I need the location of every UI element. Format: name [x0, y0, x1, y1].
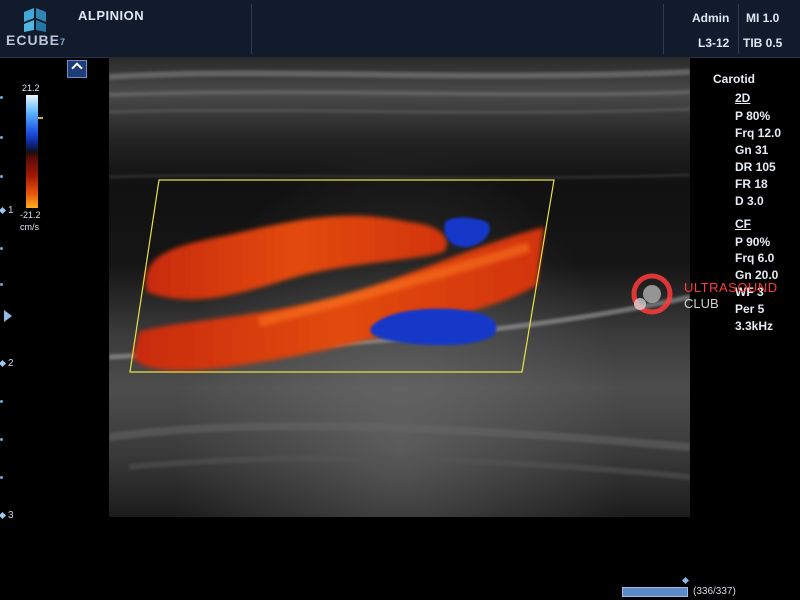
ecube-logo: ECUBE7	[0, 0, 72, 57]
param-2d-depth: D 3.0	[735, 194, 764, 208]
depth-tick	[0, 400, 3, 403]
depth-mark-3: 3	[0, 510, 14, 521]
param-2d-frequency: Frq 12.0	[735, 126, 782, 140]
mechanical-index: MI 1.0	[746, 11, 780, 25]
depth-tick	[0, 476, 3, 479]
ultrasound-club-logo-icon	[631, 273, 673, 315]
param-2d-dynamic-range: DR 105	[735, 160, 776, 174]
logo-mark-icon	[24, 8, 46, 32]
watermark-line1: ULTRASOUND	[684, 280, 778, 295]
pointer-tool-icon[interactable]	[67, 60, 87, 78]
depth-tick	[0, 438, 3, 441]
brand-name: ALPINION	[78, 8, 145, 23]
header-divider	[738, 4, 739, 54]
header-divider	[251, 4, 252, 54]
param-2d-gain: Gn 31	[735, 143, 769, 157]
cine-frame-counter: (336/337)	[693, 586, 736, 597]
preset-name: Carotid	[713, 72, 755, 86]
focus-marker-icon[interactable]	[4, 310, 12, 322]
baseline-marker	[38, 117, 43, 119]
depth-mark-2: 2	[0, 358, 14, 369]
top-bar: ECUBE7 ALPINION Admin L3-12 MI 1.0 TIB 0…	[0, 0, 800, 58]
depth-tick	[0, 247, 3, 250]
ultrasound-image[interactable]	[109, 57, 690, 517]
param-cf-prf: 3.3kHz	[735, 319, 774, 333]
cine-position-marker[interactable]	[681, 576, 690, 585]
watermark-line2: CLUB	[684, 296, 719, 311]
param-cf-frequency: Frq 6.0	[735, 251, 775, 265]
cine-progress-bar[interactable]	[622, 587, 688, 597]
logo-text: ECUBE7	[6, 32, 67, 48]
flow-reverse-patch	[444, 217, 490, 248]
param-2d-frame-rate: FR 18	[735, 177, 768, 191]
velocity-min-label: -21.2	[20, 210, 41, 220]
thermal-index: TIB 0.5	[743, 36, 783, 50]
mode-cf-heading: CF	[735, 217, 751, 231]
param-cf-persistence: Per 5	[735, 302, 765, 316]
depth-tick	[0, 283, 3, 286]
probe-name[interactable]: L3-12	[698, 36, 729, 50]
param-2d-power: P 80%	[735, 109, 771, 123]
depth-tick	[0, 96, 3, 99]
depth-tick	[0, 136, 3, 139]
header-divider	[663, 4, 664, 54]
param-cf-power: P 90%	[735, 235, 771, 249]
depth-mark-1: 1	[0, 205, 14, 216]
mode-2d-heading: 2D	[735, 91, 751, 105]
velocity-unit-label: cm/s	[20, 222, 39, 232]
color-velocity-scale	[26, 95, 38, 208]
depth-tick	[0, 175, 3, 178]
scan-overlay	[109, 69, 690, 480]
velocity-max-label: 21.2	[22, 83, 40, 93]
user-name[interactable]: Admin	[692, 11, 729, 25]
